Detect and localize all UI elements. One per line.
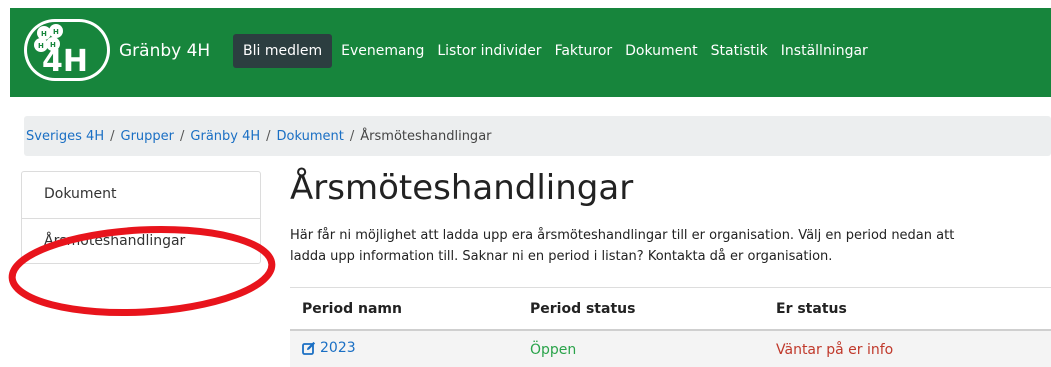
header-period-namn: Period namn	[302, 300, 402, 317]
svg-text:4H: 4H	[42, 44, 88, 79]
top-navbar: HH HH 4H Gränby 4H Bli medlem Evenemang …	[10, 8, 1051, 97]
edit-icon[interactable]	[302, 341, 316, 355]
nav-bli-medlem[interactable]: Bli medlem	[233, 34, 333, 68]
svg-text:H: H	[53, 28, 59, 36]
sidebar-item-arsmoteshandlingar[interactable]: Årsmöteshandlingar	[22, 218, 260, 264]
breadcrumb-separator: /	[110, 128, 115, 144]
sidebar-item-dokument[interactable]: Dokument	[22, 172, 260, 218]
breadcrumb-separator: /	[180, 128, 185, 144]
period-status: Öppen	[530, 341, 577, 358]
period-name[interactable]: 2023	[320, 340, 356, 356]
table-row: 2023 Öppen Väntar på er info	[290, 329, 1051, 367]
nav-statistik[interactable]: Statistik	[706, 34, 773, 68]
nav-fakturor[interactable]: Fakturor	[550, 34, 618, 68]
period-link[interactable]: 2023	[302, 340, 356, 356]
nav-listor-individer[interactable]: Listor individer	[432, 34, 546, 68]
breadcrumb-current: Årsmöteshandlingar	[360, 128, 492, 144]
description-line-2: ladda upp information till. Saknar ni en…	[290, 249, 833, 264]
page-description: Här får ni möjlighet att ladda upp era å…	[290, 225, 1050, 267]
page-title: Årsmöteshandlingar	[290, 168, 634, 208]
table-header: Period namn Period status Er status	[290, 287, 1051, 329]
nav-dokument[interactable]: Dokument	[620, 34, 703, 68]
nav-installningar[interactable]: Inställningar	[776, 34, 873, 68]
breadcrumb-grupper[interactable]: Grupper	[121, 129, 175, 144]
periods-table: Period namn Period status Er status 2023…	[290, 287, 1051, 367]
er-status: Väntar på er info	[776, 341, 894, 358]
breadcrumb-granby-4h[interactable]: Gränby 4H	[190, 129, 260, 144]
breadcrumb-sveriges-4h[interactable]: Sveriges 4H	[26, 129, 104, 144]
breadcrumb-dokument[interactable]: Dokument	[277, 129, 344, 144]
breadcrumb-separator: /	[349, 128, 355, 144]
breadcrumb: Sveriges 4H / Grupper / Gränby 4H / Doku…	[24, 116, 1051, 156]
header-er-status: Er status	[776, 300, 847, 317]
sidebar-menu: Dokument Årsmöteshandlingar	[21, 171, 261, 264]
4h-logo-icon[interactable]: HH HH 4H	[24, 19, 110, 81]
header-period-status: Period status	[530, 300, 636, 317]
svg-text:H: H	[41, 30, 47, 38]
breadcrumb-separator: /	[266, 128, 271, 144]
main-nav: Bli medlem Evenemang Listor individer Fa…	[233, 34, 876, 68]
description-line-1: Här får ni möjlighet att ladda upp era å…	[290, 228, 955, 243]
brand-name[interactable]: Gränby 4H	[119, 41, 210, 61]
nav-evenemang[interactable]: Evenemang	[336, 34, 429, 68]
